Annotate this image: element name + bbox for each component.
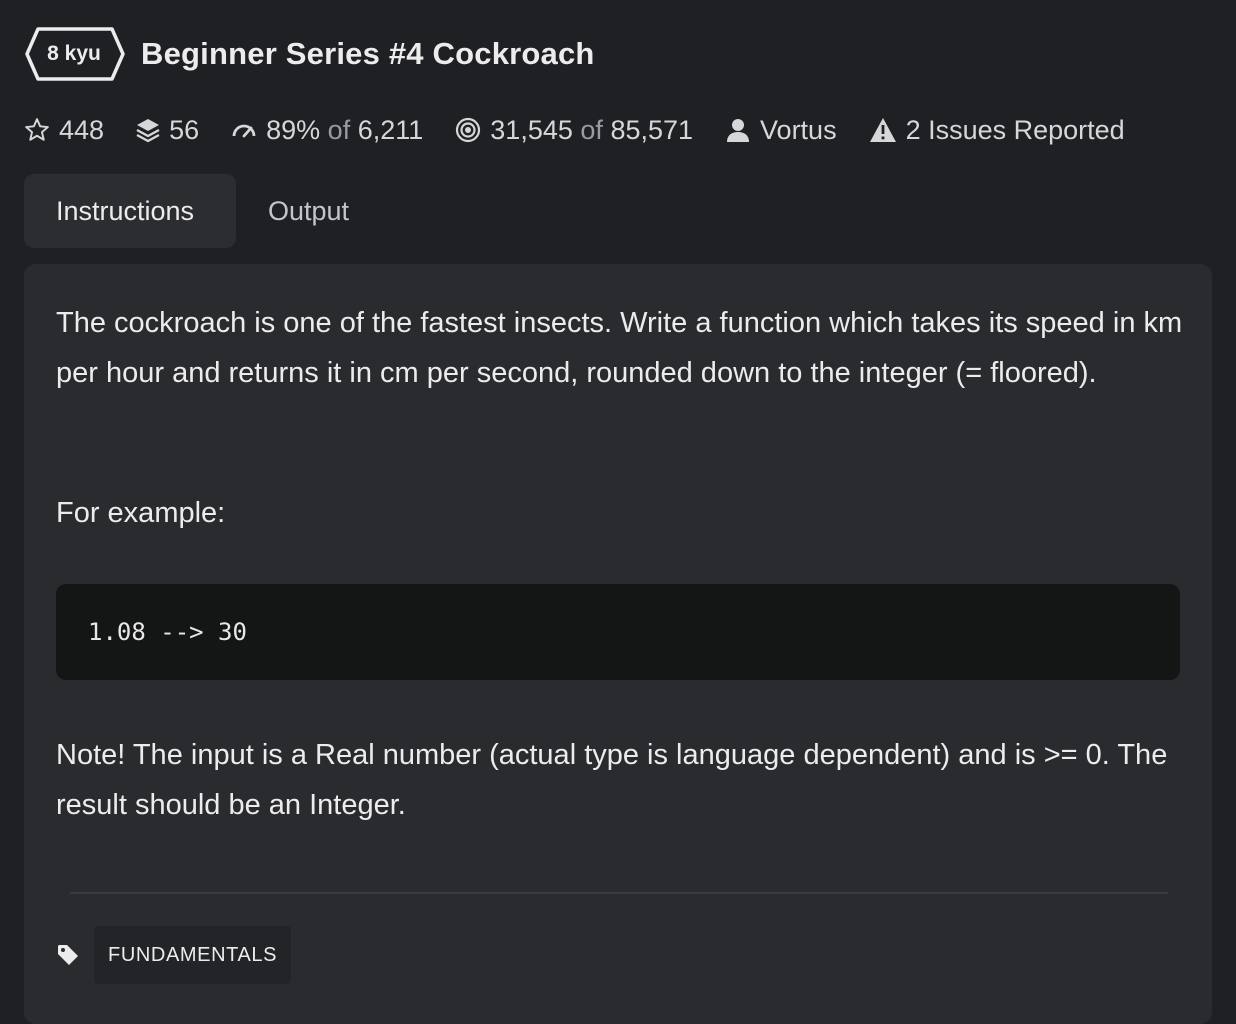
stars-count: 448	[59, 114, 105, 145]
code-example-text: 1.08 --> 30	[88, 618, 247, 646]
description-panel: The cockroach is one of the fastest inse…	[24, 264, 1212, 1024]
kata-stats: 448 56 89% of 6,211 31,545 of 85,571 Vor…	[24, 110, 1157, 150]
tag-fundamentals[interactable]: FUNDAMENTALS	[94, 926, 292, 984]
star-outline-icon	[24, 117, 50, 143]
collections-stat[interactable]: 56	[136, 115, 199, 146]
divider	[70, 892, 1168, 894]
author-stat[interactable]: Vortus	[725, 115, 837, 146]
description-paragraph-1: The cockroach is one of the fastest inse…	[56, 307, 1183, 389]
gauge-icon	[231, 120, 257, 140]
tag-icon	[56, 943, 80, 967]
warning-icon	[869, 117, 897, 143]
completed-of: of	[580, 114, 603, 145]
tab-output[interactable]: Output	[236, 174, 381, 248]
completed-count: 31,545	[490, 114, 573, 145]
rank-label: 8 kyu	[47, 42, 101, 65]
user-icon	[725, 117, 751, 143]
satisfaction-of: of	[327, 114, 351, 145]
satisfaction-percent: 89%	[266, 114, 321, 145]
issues-stat[interactable]: 2 Issues Reported	[869, 115, 1125, 146]
kata-header: 8 kyu Beginner Series #4 Cockroach	[24, 26, 595, 82]
satisfaction-total: 6,211	[357, 114, 424, 145]
issues-label[interactable]: 2 Issues Reported	[906, 115, 1125, 146]
code-example: 1.08 --> 30	[56, 584, 1180, 680]
target-icon	[455, 117, 481, 143]
completed-stat: 31,545 of 85,571	[455, 115, 693, 146]
kata-tabs: Instructions Output	[24, 174, 381, 248]
description-paragraph-2: For example:	[56, 497, 226, 529]
rank-badge: 8 kyu	[24, 26, 126, 82]
collections-count: 56	[169, 114, 200, 145]
kata-title: Beginner Series #4 Cockroach	[141, 36, 595, 71]
layers-icon	[136, 117, 160, 143]
completed-total: 85,571	[610, 114, 694, 145]
stars-stat[interactable]: 448	[24, 115, 104, 146]
description-paragraph-3: Note! The input is a Real number (actual…	[56, 739, 1168, 821]
satisfaction-stat: 89% of 6,211	[231, 115, 423, 146]
author-name[interactable]: Vortus	[760, 115, 837, 146]
tab-instructions[interactable]: Instructions	[24, 174, 236, 248]
tags-row: FUNDAMENTALS	[56, 926, 292, 984]
